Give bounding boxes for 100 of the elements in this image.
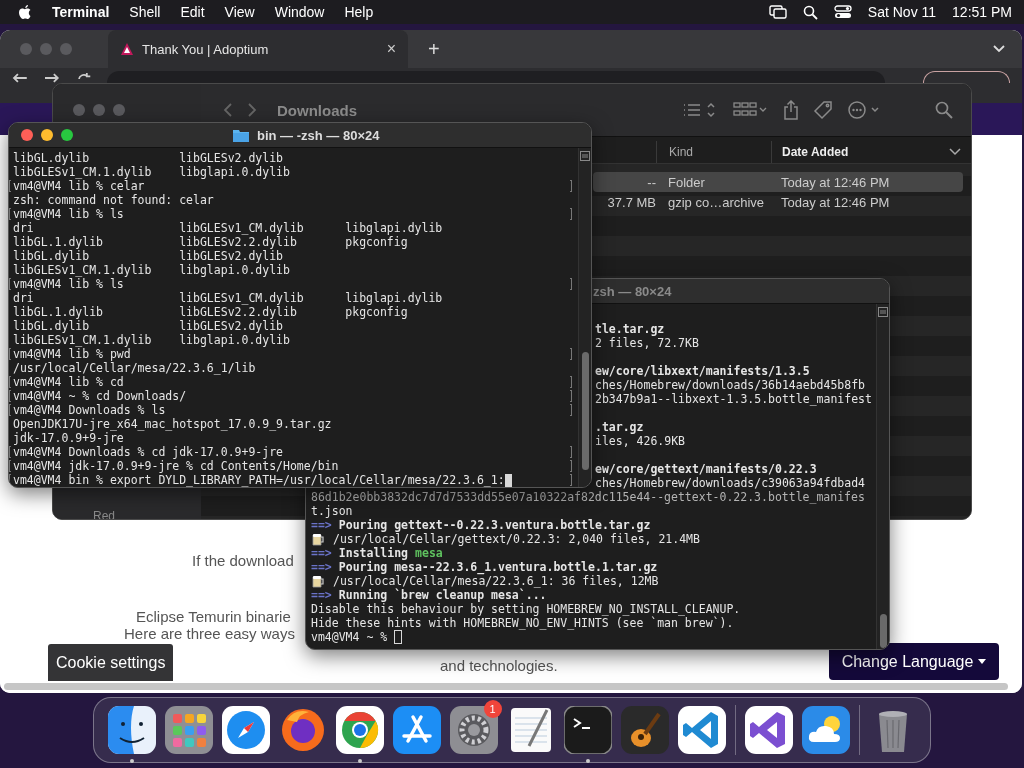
search-icon[interactable] bbox=[802, 4, 818, 20]
vertical-scrollbar[interactable] bbox=[876, 304, 889, 649]
triangle-logo-icon bbox=[120, 42, 134, 56]
scroll-thumb[interactable] bbox=[880, 614, 887, 648]
terminal-line: vm4@VM4 lib % ls bbox=[13, 207, 124, 221]
terminal-line: ches/Homebrew/downloads/c39063a94fdbad4 bbox=[595, 476, 866, 490]
vertical-scrollbar[interactable] bbox=[578, 148, 591, 487]
terminal-line: /usr/local/Cellar/mesa/22.3.6_1: 36 files, 12MB bbox=[333, 574, 659, 588]
back-arrow-icon[interactable] bbox=[12, 72, 28, 84]
terminal-line: 86d1b2e0bb3832dc7d7d7533dd55e07a10322af82dc115e44--gettext-0.22.3.bottle_manifes bbox=[311, 490, 865, 504]
line-mark bbox=[570, 446, 572, 458]
screen-mirroring-icon[interactable] bbox=[768, 5, 787, 19]
line-mark bbox=[570, 208, 572, 220]
file-row[interactable]: -- Folder Today at 12:46 PM bbox=[593, 172, 963, 192]
split-pane-icon[interactable] bbox=[878, 307, 888, 317]
back-chevron-icon[interactable] bbox=[223, 102, 233, 118]
compass-icon[interactable] bbox=[221, 706, 270, 754]
terminal-line: libGLESv1_CM.1.dylib libglapi.0.dylib bbox=[13, 263, 290, 277]
horizontal-scrollbar[interactable] bbox=[4, 683, 1008, 690]
page-text: and technologies. bbox=[440, 657, 558, 674]
terminal-line: .tar.gz bbox=[595, 420, 644, 434]
code-ribbon-icon[interactable] bbox=[677, 706, 726, 754]
menubar-time[interactable]: 12:51 PM bbox=[952, 4, 1012, 20]
sort-chevron-icon[interactable] bbox=[949, 148, 961, 156]
line-mark bbox=[9, 446, 11, 458]
column-header[interactable]: Kind bbox=[669, 145, 694, 159]
reload-icon[interactable] bbox=[75, 72, 92, 79]
file-row[interactable]: 37.7 MB gzip co…archive Today at 12:46 PM bbox=[593, 192, 963, 212]
terminal-line: libGL.1.dylib libGLESv2.2.dylib pkgconfig bbox=[13, 305, 408, 319]
terminal-line: Installing bbox=[338, 546, 409, 560]
tag-icon[interactable] bbox=[813, 100, 833, 120]
terminal-line: /usr/local/Cellar/mesa/22.3.6_1/lib bbox=[13, 361, 256, 375]
infinity-ribbon-icon[interactable] bbox=[744, 706, 793, 754]
tab-title: Thank You | Adoptium bbox=[142, 41, 270, 57]
window-title: bin — -zsh — 80×24 bbox=[257, 127, 380, 143]
terminal-line: vm4@VM4 lib % pwd bbox=[13, 347, 131, 361]
terminal-line: libGL.dylib libGLESv2.dylib bbox=[13, 319, 284, 333]
zoom-button[interactable] bbox=[61, 129, 73, 141]
app-grid-icon[interactable] bbox=[164, 706, 213, 754]
terminal-line: vm4@VM4 bin % export DYLD_LIBRARY_PATH=/usr/local/Cellar/mesa/22.3.6_1: bbox=[13, 473, 505, 487]
new-tab-button[interactable]: + bbox=[428, 37, 440, 61]
line-mark bbox=[570, 390, 572, 402]
terminal-line: vm4@VM4 jdk-17.0.9+9-jre % cd Contents/Home/bin bbox=[13, 459, 339, 473]
terminal-line: 2b347b9a1--libxext-1.3.5.bottle_manifest bbox=[595, 392, 872, 406]
terminal-line: /usr/local/Cellar/gettext/0.22.3: 2,040 files, 21.4MB bbox=[333, 532, 700, 546]
terminal-line: libGL.dylib libGLESv2.dylib bbox=[13, 249, 284, 263]
terminal-line: ches/Homebrew/downloads/36b14aebd45b8fb bbox=[595, 378, 866, 392]
forward-arrow-icon[interactable] bbox=[43, 72, 60, 84]
scroll-thumb[interactable] bbox=[582, 352, 589, 470]
tab-list-chevron-icon[interactable] bbox=[992, 44, 1006, 54]
column-header[interactable]: Date Added bbox=[782, 145, 849, 159]
menu-item[interactable]: Shell bbox=[129, 4, 161, 20]
terminal-line: ew/core/libxext/manifests/1.3.5 bbox=[595, 364, 810, 378]
menu-item[interactable]: Window bbox=[274, 4, 325, 20]
line-mark bbox=[9, 404, 11, 416]
smiling-face-app-icon[interactable] bbox=[107, 706, 156, 754]
forward-chevron-icon[interactable] bbox=[247, 102, 257, 118]
grid-view-icon[interactable] bbox=[733, 101, 769, 119]
split-pane-icon[interactable] bbox=[580, 151, 590, 161]
cloud-sun-icon[interactable] bbox=[801, 706, 850, 754]
beer-mug-icon bbox=[311, 574, 325, 588]
browser-tab[interactable]: Thank You | Adoptium × bbox=[108, 30, 408, 68]
menu-item[interactable]: Help bbox=[344, 4, 374, 20]
page-text: Here are three easy ways bbox=[124, 626, 295, 642]
line-mark bbox=[9, 460, 11, 472]
cookie-settings-button[interactable]: Cookie settings bbox=[48, 644, 174, 681]
terminal-line: Running `brew cleanup mesa`... bbox=[338, 588, 547, 602]
line-mark bbox=[9, 348, 11, 360]
pencil-cross-icon[interactable] bbox=[392, 706, 441, 754]
app-menu[interactable]: Terminal bbox=[52, 4, 110, 20]
apple-logo-icon[interactable] bbox=[18, 4, 32, 20]
menu-item[interactable]: Edit bbox=[180, 4, 205, 20]
more-options-icon[interactable] bbox=[847, 100, 881, 120]
package-name: mesa bbox=[415, 546, 443, 560]
terminal-line: vm4@VM4 Downloads % cd jdk-17.0.9+9-jre bbox=[13, 445, 284, 459]
tricolor-ring-icon[interactable] bbox=[335, 706, 384, 754]
terminal-line: libGLESv1_CM.1.dylib libglapi.0.dylib bbox=[13, 333, 290, 347]
terminal-line: Disable this behaviour by setting HOMEBREW_NO_INSTALL_CLEANUP. bbox=[311, 602, 741, 616]
terminal-prompt-icon[interactable] bbox=[563, 706, 612, 754]
terminal-line: vm4@VM4 Downloads % ls bbox=[13, 403, 166, 417]
line-mark bbox=[9, 376, 11, 388]
share-icon[interactable] bbox=[783, 100, 799, 120]
tab-close-button[interactable]: × bbox=[386, 40, 396, 58]
caret-icon bbox=[978, 659, 987, 664]
date-added: Today at 12:46 PM bbox=[781, 174, 890, 190]
terminal-line: ew/core/gettext/manifests/0.22.3 bbox=[595, 462, 817, 476]
change-language-button[interactable]: Change Language bbox=[829, 643, 999, 680]
page-text: If the download bbox=[192, 552, 294, 569]
terminal-line: libGLESv1_CM.1.dylib libglapi.0.dylib bbox=[13, 165, 290, 179]
gear-icon[interactable] bbox=[449, 706, 498, 754]
close-button[interactable] bbox=[21, 129, 33, 141]
terminal-line: vm4@VM4 lib % cd bbox=[13, 375, 124, 389]
terminal-line: dri libGLESv1_CM.dylib libglapi.dylib bbox=[13, 221, 443, 235]
guitar-icon[interactable] bbox=[620, 706, 669, 754]
menu-item[interactable]: View bbox=[224, 4, 255, 20]
menubar-date[interactable]: Sat Nov 11 bbox=[867, 4, 937, 20]
terminal-line: libGL.dylib libGLESv2.dylib bbox=[13, 151, 284, 165]
minimize-button[interactable] bbox=[41, 129, 53, 141]
terminal-line: t.json bbox=[311, 504, 353, 518]
control-center-icon[interactable] bbox=[833, 5, 852, 19]
